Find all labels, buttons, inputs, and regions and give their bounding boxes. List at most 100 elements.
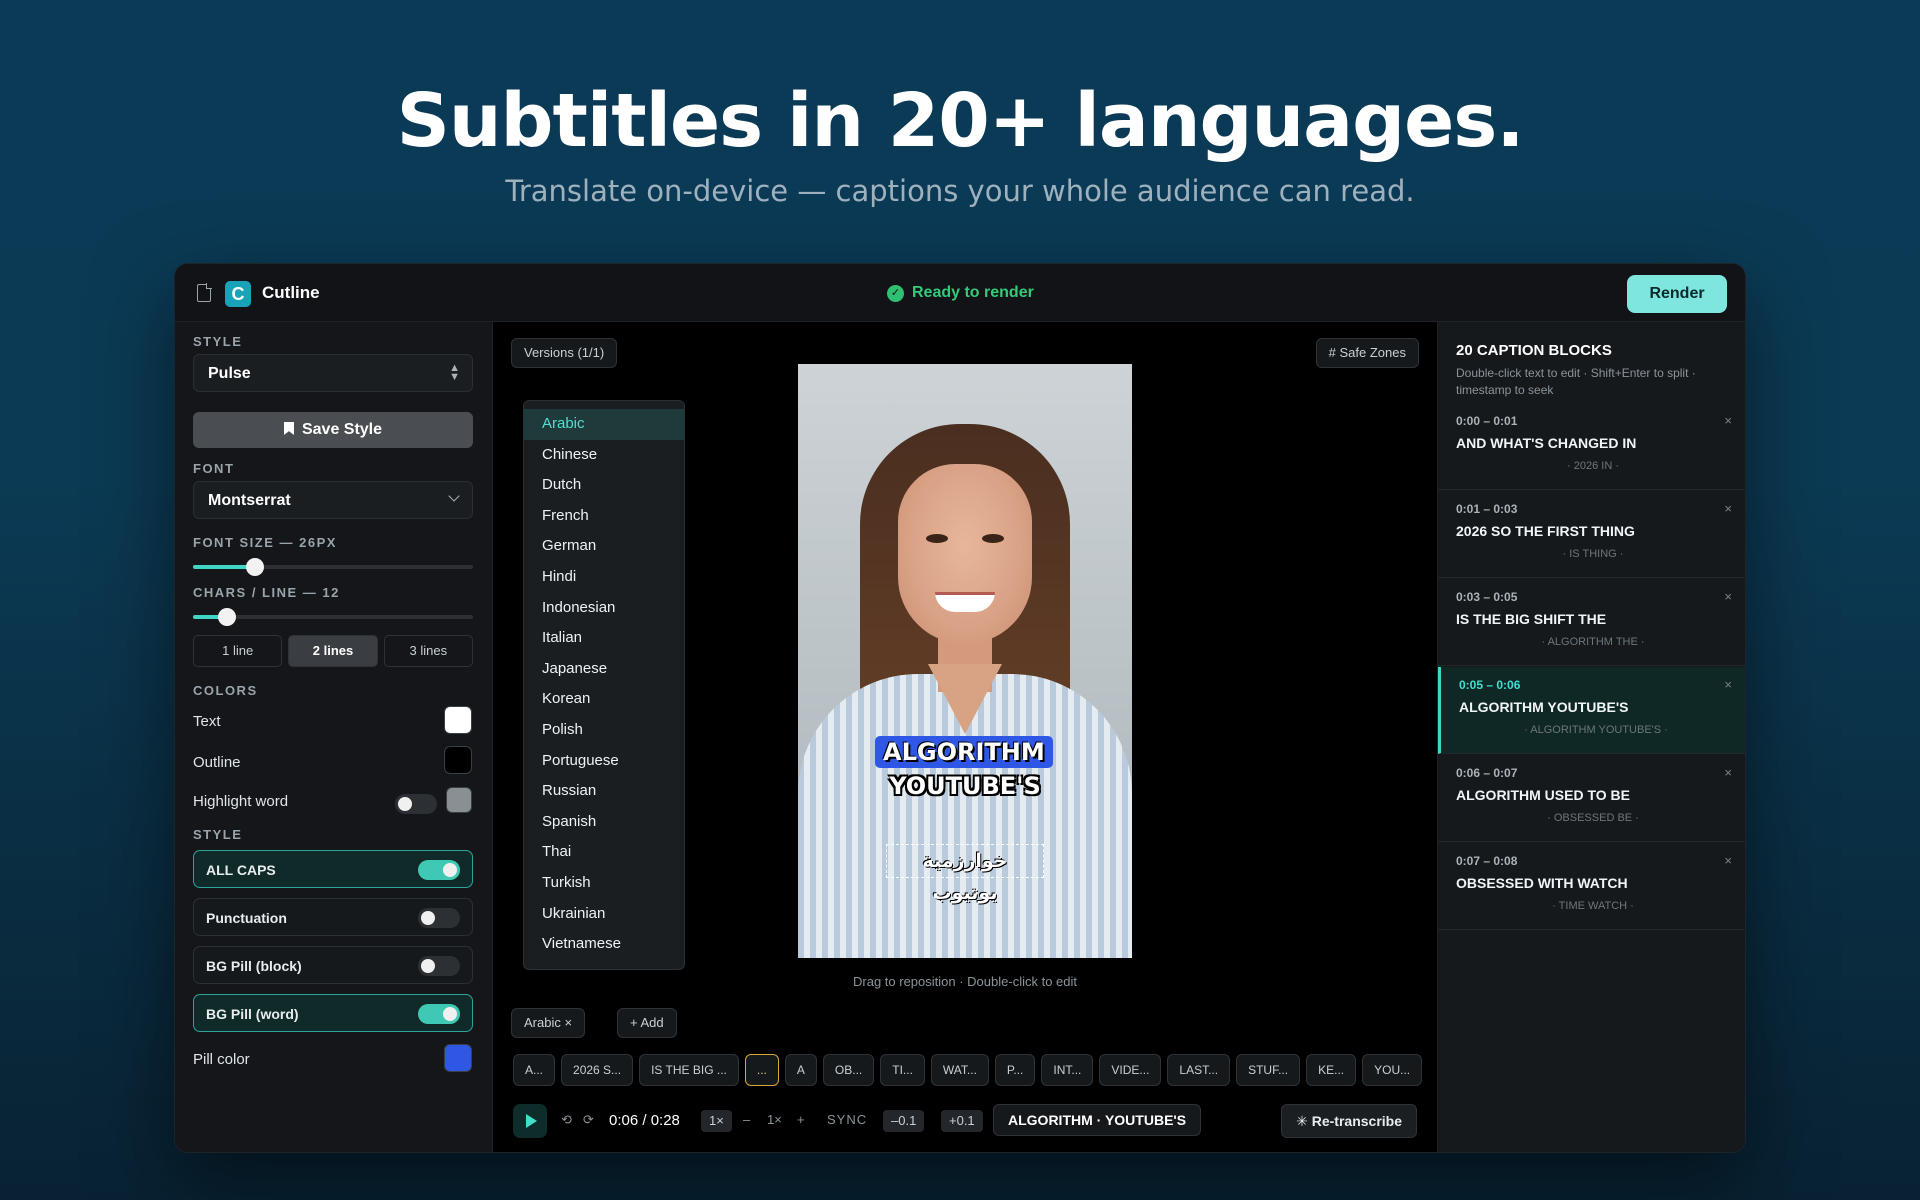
text-color-swatch[interactable]	[444, 706, 472, 734]
language-option[interactable]: Turkish	[524, 868, 684, 899]
caption-chip[interactable]: TI...	[880, 1054, 925, 1086]
close-icon[interactable]: ×	[1724, 589, 1732, 604]
caption-block[interactable]: 0:06 – 0:07 × ALGORITHM USED TO BE · OBSESS…	[1438, 755, 1745, 842]
one-line-button[interactable]: 1 line	[193, 635, 283, 667]
video-preview[interactable]: ALGORITHM YOUTUBE'S خوارزمية يوتيوب	[798, 364, 1132, 958]
language-chip-arabic[interactable]: Arabic ×	[511, 1008, 586, 1038]
caption-word-highlighted[interactable]: ALGORITHM	[875, 736, 1053, 768]
three-lines-button[interactable]: 3 lines	[383, 635, 473, 667]
language-option[interactable]: French	[524, 501, 684, 532]
playback-speed-button[interactable]: 1×	[701, 1110, 732, 1132]
arabic-caption[interactable]: خوارزمية يوتيوب	[886, 844, 1044, 904]
language-option[interactable]: Vietnamese	[524, 929, 684, 960]
caption-chip[interactable]: OB...	[822, 1054, 875, 1086]
close-icon[interactable]: ×	[1724, 853, 1732, 868]
caption-block-timestamp[interactable]: 0:05 – 0:06	[1459, 678, 1520, 692]
bg-pill-word-option[interactable]: BG Pill (word)	[193, 994, 473, 1032]
font-size-slider[interactable]	[193, 558, 473, 576]
caption-line-2[interactable]: YOUTUBE'S	[798, 772, 1132, 800]
caption-chip[interactable]: INT...	[1041, 1054, 1094, 1086]
all-caps-toggle[interactable]	[418, 860, 460, 880]
bg-pill-block-option[interactable]: BG Pill (block)	[193, 946, 473, 984]
sync-plus-button[interactable]: +0.1	[941, 1110, 983, 1132]
caption-chip[interactable]: IS THE BIG ...	[639, 1054, 739, 1086]
safe-zones-button[interactable]: # Safe Zones	[1315, 338, 1419, 368]
punctuation-option[interactable]: Punctuation	[193, 898, 473, 936]
close-icon[interactable]: ×	[1724, 413, 1732, 428]
caption-chip[interactable]: VIDE...	[1099, 1054, 1162, 1086]
two-lines-button[interactable]: 2 lines	[288, 635, 378, 667]
all-caps-option[interactable]: ALL CAPS	[193, 850, 473, 888]
caption-chip[interactable]: KE...	[1306, 1054, 1357, 1086]
save-style-button[interactable]: Save Style	[193, 412, 473, 448]
highlight-color-swatch[interactable]	[446, 787, 472, 813]
language-option[interactable]: Portuguese	[524, 746, 684, 777]
versions-button[interactable]: Versions (1/1)	[511, 338, 618, 368]
caption-block-text[interactable]: OBSESSED WITH WATCH	[1456, 875, 1628, 891]
caption-block-text[interactable]: ALGORITHM YOUTUBE'S	[1459, 699, 1629, 715]
close-icon[interactable]: ×	[1724, 677, 1732, 692]
font-size-slider-knob[interactable]	[245, 558, 264, 576]
caption-block-timestamp[interactable]: 0:06 – 0:07	[1456, 766, 1517, 780]
retranscribe-button[interactable]: ✳ Re-transcribe	[1281, 1104, 1417, 1138]
font-select[interactable]: Montserrat	[193, 481, 473, 519]
caption-chip[interactable]: STUF...	[1236, 1054, 1301, 1086]
caption-block-timestamp[interactable]: 0:00 – 0:01	[1456, 414, 1517, 428]
document-icon[interactable]	[197, 283, 212, 302]
caption-chip[interactable]: WAT...	[930, 1054, 989, 1086]
caption-block[interactable]: 0:03 – 0:05 × IS THE BIG SHIFT THE · ALGORI…	[1438, 579, 1745, 666]
language-option[interactable]: Chinese	[524, 440, 684, 471]
chars-per-line-slider[interactable]	[193, 608, 473, 626]
caption-block-text[interactable]: AND WHAT'S CHANGED IN	[1456, 435, 1636, 451]
style-select[interactable]: Pulse ▲ ▼	[193, 354, 473, 392]
pill-color-swatch[interactable]	[444, 1044, 472, 1072]
caption-block[interactable]: 0:01 – 0:03 × 2026 SO THE FIRST THING · IS …	[1438, 491, 1745, 578]
language-option[interactable]: Hindi	[524, 562, 684, 593]
caption-block-text[interactable]: ALGORITHM USED TO BE	[1456, 787, 1630, 803]
caption-chip[interactable]: A	[784, 1054, 817, 1086]
language-option[interactable]: Indonesian	[524, 593, 684, 624]
caption-block-timestamp[interactable]: 0:01 – 0:03	[1456, 502, 1517, 516]
close-icon[interactable]: ×	[1724, 765, 1732, 780]
caption-block[interactable]: 0:07 – 0:08 × OBSESSED WITH WATCH · TIME WA…	[1438, 843, 1745, 930]
caption-chip[interactable]: P...	[994, 1054, 1036, 1086]
current-segment-chip[interactable]: ALGORITHM · YOUTUBE'S	[993, 1104, 1202, 1136]
caption-chip[interactable]: A...	[513, 1054, 556, 1086]
caption-block-timestamp[interactable]: 0:07 – 0:08	[1456, 854, 1517, 868]
zoom-in-button[interactable]: +	[797, 1112, 805, 1127]
language-option[interactable]: Ukrainian	[524, 899, 684, 930]
zoom-out-button[interactable]: –	[743, 1112, 750, 1127]
caption-block-timestamp[interactable]: 0:03 – 0:05	[1456, 590, 1517, 604]
language-option[interactable]: Dutch	[524, 470, 684, 501]
rewind-icon[interactable]: ⟲	[561, 1112, 572, 1128]
sync-minus-button[interactable]: –0.1	[883, 1110, 925, 1132]
caption-block-text[interactable]: 2026 SO THE FIRST THING	[1456, 523, 1635, 539]
language-option[interactable]: Polish	[524, 715, 684, 746]
caption-block-text[interactable]: IS THE BIG SHIFT THE	[1456, 611, 1606, 627]
close-icon[interactable]: ×	[1724, 501, 1732, 516]
language-option[interactable]: Italian	[524, 623, 684, 654]
chars-slider-knob[interactable]	[217, 608, 236, 626]
language-option[interactable]: Russian	[524, 776, 684, 807]
add-language-button[interactable]: + Add	[617, 1008, 677, 1038]
bg-pill-block-toggle[interactable]	[418, 956, 460, 976]
caption-chip[interactable]: 2026 S...	[561, 1054, 634, 1086]
caption-block[interactable]: 0:00 – 0:01 × AND WHAT'S CHANGED IN · 2026 …	[1438, 403, 1745, 490]
language-option[interactable]: German	[524, 531, 684, 562]
caption-block[interactable]: 0:05 – 0:06 × ALGORITHM YOUTUBE'S · ALGORIT…	[1438, 667, 1745, 754]
language-option[interactable]: Spanish	[524, 807, 684, 838]
language-option[interactable]: Thai	[524, 837, 684, 868]
caption-chip[interactable]: LAST...	[1167, 1054, 1231, 1086]
language-option[interactable]: Korean	[524, 684, 684, 715]
outline-color-swatch[interactable]	[444, 746, 472, 774]
bg-pill-word-toggle[interactable]	[418, 1004, 460, 1024]
caption-chip[interactable]: YOU...	[1362, 1054, 1423, 1086]
language-option[interactable]: Arabic	[524, 409, 684, 440]
caption-chip[interactable]: ...	[744, 1054, 779, 1086]
render-button[interactable]: Render	[1627, 275, 1727, 313]
punctuation-toggle[interactable]	[418, 908, 460, 928]
forward-icon[interactable]: ⟳	[583, 1112, 594, 1128]
play-button[interactable]	[513, 1104, 547, 1138]
language-option[interactable]: Japanese	[524, 654, 684, 685]
highlight-word-toggle[interactable]	[395, 794, 437, 814]
